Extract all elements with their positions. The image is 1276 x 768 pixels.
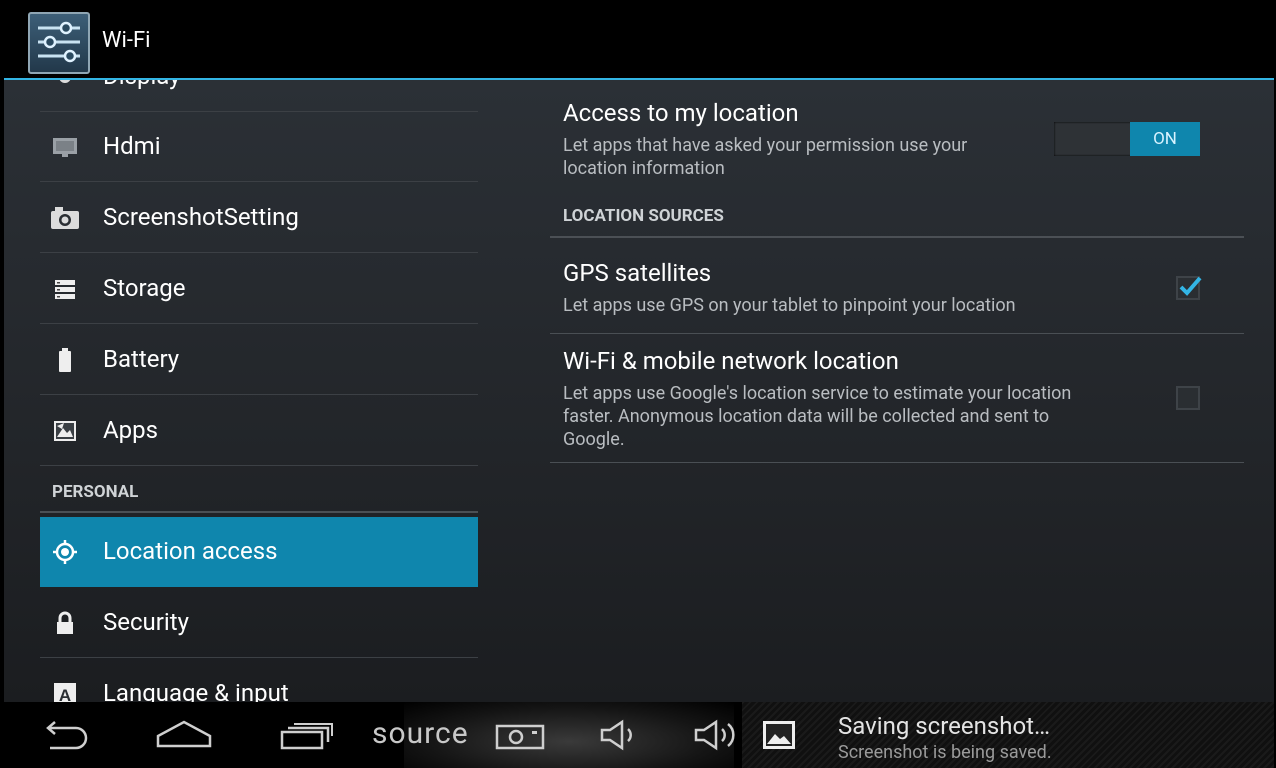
- sidebar-item-label: ScreenshotSetting: [103, 203, 299, 231]
- sidebar-item-label: Security: [103, 608, 189, 636]
- action-bar: Wi-Fi: [4, 4, 1274, 80]
- access-location-summary: Let apps that have asked your permission…: [563, 135, 968, 179]
- sidebar-item-label: Language & input: [103, 679, 289, 702]
- notification-text: Screenshot is being saved.: [838, 742, 1052, 763]
- sidebar-item-storage[interactable]: Storage: [40, 254, 478, 324]
- home-icon[interactable]: [152, 714, 216, 754]
- wifi-location-checkbox[interactable]: [1176, 386, 1200, 410]
- sidebar-item-language-input[interactable]: A Language & input: [40, 659, 478, 702]
- apps-icon: [54, 421, 76, 441]
- gps-checkbox[interactable]: [1176, 276, 1202, 300]
- sidebar-item-label: Storage: [103, 274, 186, 302]
- sidebar-item-display[interactable]: Display: [40, 80, 478, 112]
- notification-title: Saving screenshot…: [838, 712, 1051, 740]
- sidebar-item-screenshotsetting[interactable]: ScreenshotSetting: [40, 183, 478, 253]
- storage-icon: [55, 280, 75, 299]
- row-divider: [550, 333, 1244, 334]
- settings-content: Display Hdmi ScreenshotSetting: [4, 80, 1274, 702]
- screen: Wi-Fi Display Hdmi: [4, 4, 1274, 768]
- location-settings-pane: Access to my location Let apps that have…: [550, 80, 1244, 702]
- gps-summary: Let apps use GPS on your tablet to pinpo…: [563, 295, 1016, 316]
- volume-down-icon[interactable]: [598, 714, 644, 754]
- monitor-icon: [53, 138, 77, 157]
- access-location-title: Access to my location: [563, 99, 799, 127]
- display-icon: [59, 80, 71, 83]
- sidebar-item-apps[interactable]: Apps: [40, 396, 478, 466]
- sidebar-item-label: Display: [103, 80, 181, 90]
- source-button[interactable]: source: [372, 716, 469, 751]
- screenshot-camera-icon[interactable]: [494, 714, 548, 754]
- sidebar-item-label: Battery: [103, 345, 180, 373]
- action-bar-title: Wi-Fi: [102, 28, 151, 53]
- gps-title: GPS satellites: [563, 259, 712, 287]
- location-icon: [53, 540, 77, 564]
- sidebar-item-location-access[interactable]: Location access: [40, 517, 478, 587]
- wifi-location-summary: Let apps use Google's location service t…: [563, 383, 1072, 450]
- section-header-location-sources: LOCATION SOURCES: [563, 206, 724, 226]
- section-header-personal: PERSONAL: [52, 482, 139, 502]
- volume-up-icon[interactable]: [692, 714, 744, 754]
- screenshot-notification[interactable]: Saving screenshot… Screenshot is being s…: [742, 702, 1274, 768]
- settings-header-list[interactable]: Display Hdmi ScreenshotSetting: [40, 80, 478, 702]
- sidebar-item-label: Location access: [103, 537, 278, 565]
- sidebar-item-label: Apps: [103, 416, 158, 444]
- camera-icon: [51, 207, 79, 229]
- settings-app-icon[interactable]: [28, 12, 90, 74]
- sidebar-item-security[interactable]: Security: [40, 588, 478, 658]
- battery-icon: [59, 348, 71, 372]
- back-icon[interactable]: [36, 714, 96, 754]
- checkmark-icon: [1179, 276, 1202, 296]
- recent-apps-icon[interactable]: [276, 714, 336, 754]
- image-thumbnail-icon: [763, 721, 795, 749]
- system-navigation-bar: source Saving screenshot… Screenshot is …: [4, 702, 1274, 768]
- sidebar-item-battery[interactable]: Battery: [40, 325, 478, 395]
- section-divider: [40, 511, 478, 513]
- row-divider: [550, 462, 1244, 463]
- switch-on-label: ON: [1130, 122, 1200, 156]
- wifi-location-title: Wi-Fi & mobile network location: [563, 347, 899, 375]
- section-divider: [550, 236, 1244, 238]
- keyboard-a-icon: A: [54, 683, 76, 702]
- sidebar-item-hdmi[interactable]: Hdmi: [40, 112, 478, 182]
- svg-text:A: A: [59, 686, 71, 702]
- location-access-switch[interactable]: ON: [1054, 122, 1200, 156]
- lock-icon: [57, 611, 73, 634]
- sidebar-item-label: Hdmi: [103, 132, 161, 160]
